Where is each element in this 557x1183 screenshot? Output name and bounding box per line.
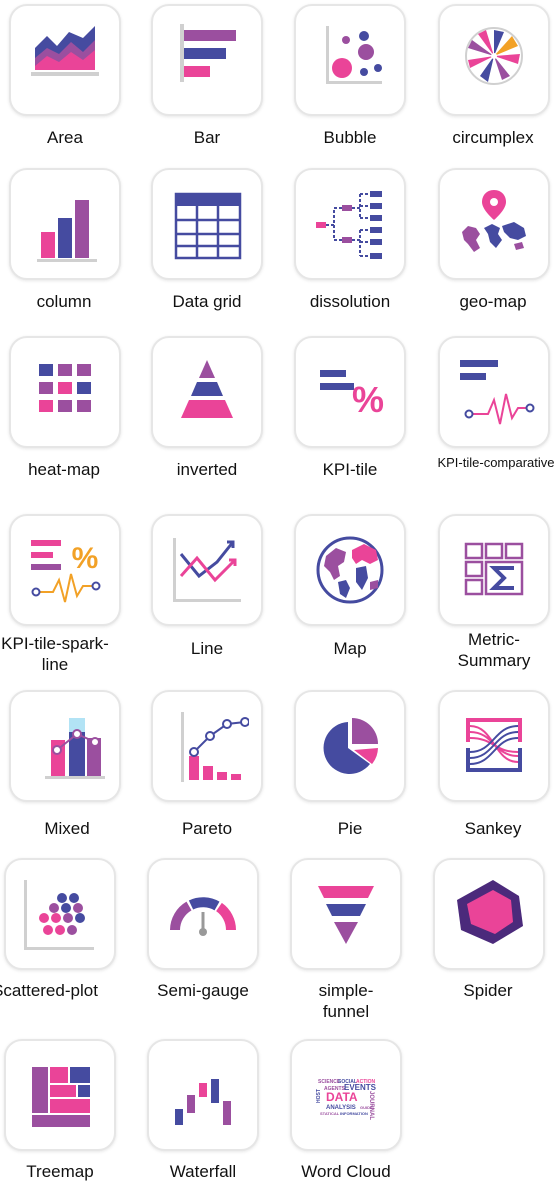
heat-map-icon [39, 364, 91, 412]
word-cloud-word: DATA [326, 1090, 358, 1104]
chart-type-label: Map [333, 639, 367, 658]
chart-type-tile-mixed[interactable] [9, 690, 121, 802]
chart-type-label: Bubble [323, 128, 377, 147]
geo-map-icon [462, 190, 526, 252]
word-cloud-word: STATICAL [320, 1111, 340, 1116]
chart-type-tile-word-cloud[interactable]: SCIENCE SOCIAL ACTION AGENTS EVENTS HOST… [290, 1039, 402, 1151]
semi-gauge-icon [170, 897, 237, 936]
chart-type-tile-kpi-tile[interactable]: % [294, 336, 406, 448]
bar-chart-icon [180, 24, 236, 82]
chart-type-label: inverted [176, 460, 238, 479]
chart-type-tile-scattered-plot[interactable] [4, 858, 116, 970]
chart-type-label: dissolution [309, 292, 391, 311]
chart-type-label: Bar [193, 128, 221, 147]
column-chart-icon [37, 200, 97, 262]
chart-type-tile-sankey[interactable] [438, 690, 550, 802]
word-cloud-word: JOURNAL [368, 1091, 374, 1120]
chart-type-label: Line [190, 639, 224, 658]
word-cloud-icon: SCIENCE SOCIAL ACTION AGENTS EVENTS HOST… [316, 1079, 377, 1120]
chart-type-tile-inverted[interactable] [151, 336, 263, 448]
chart-type-tile-area[interactable] [9, 4, 121, 116]
chart-type-tile-heat-map[interactable] [9, 336, 121, 448]
chart-type-tile-simple-funnel[interactable] [290, 858, 402, 970]
pie-chart-icon [323, 718, 378, 774]
chart-type-tile-data-grid[interactable] [151, 168, 263, 280]
chart-type-label: Data grid [172, 292, 242, 311]
chart-type-label: Word Cloud [301, 1162, 391, 1181]
chart-type-label: Waterfall [169, 1162, 237, 1181]
line-chart-icon [173, 538, 241, 602]
svg-text:%: % [352, 379, 384, 420]
spider-chart-icon [457, 880, 523, 944]
pareto-chart-icon [181, 712, 249, 782]
circumplex-chart-icon [465, 27, 523, 85]
chart-type-label: KPI-tile [322, 460, 378, 479]
chart-type-tile-bar[interactable] [151, 4, 263, 116]
waterfall-chart-icon [175, 1079, 231, 1125]
svg-text:%: % [72, 542, 99, 575]
chart-type-label: Mixed [44, 819, 90, 838]
inverted-pyramid-icon [181, 360, 233, 418]
chart-type-label: Area [47, 128, 83, 147]
chart-type-label: KPI-tile-comparative [437, 455, 555, 470]
chart-type-label: KPI-tile-spark-line [1, 634, 109, 674]
chart-type-tile-treemap[interactable] [4, 1039, 116, 1151]
metric-summary-icon [464, 542, 524, 596]
area-chart-icon [31, 26, 99, 76]
chart-type-label: column [36, 292, 92, 311]
chart-type-tile-metric-summary[interactable] [438, 514, 550, 626]
chart-type-tile-kpi-tile-spark-line[interactable]: % [9, 514, 121, 626]
chart-type-tile-geo-map[interactable] [438, 168, 550, 280]
funnel-chart-icon [318, 886, 374, 944]
chart-type-tile-semi-gauge[interactable] [147, 858, 259, 970]
chart-type-label: Pie [337, 819, 363, 838]
chart-type-tile-map[interactable] [294, 514, 406, 626]
bubble-chart-icon [326, 26, 382, 84]
chart-type-tile-pie[interactable] [294, 690, 406, 802]
word-cloud-word: HOST [316, 1089, 322, 1103]
chart-type-tile-bubble[interactable] [294, 4, 406, 116]
chart-type-label: simple-funnel [318, 981, 374, 1021]
sankey-chart-icon [466, 718, 522, 772]
chart-type-tile-circumplex[interactable] [438, 4, 550, 116]
chart-type-label: heat-map [28, 460, 100, 479]
chart-type-tile-line[interactable] [151, 514, 263, 626]
chart-type-label: Pareto [181, 819, 233, 838]
chart-type-label: Scattered-plot [0, 981, 98, 1000]
world-map-icon [316, 536, 384, 604]
chart-type-label: Sankey [464, 819, 522, 838]
kpi-tile-icon: % [320, 370, 384, 420]
chart-type-label: Metric-Summary [457, 630, 531, 670]
chart-type-tile-pareto[interactable] [151, 690, 263, 802]
chart-type-tile-kpi-tile-comparative[interactable] [438, 336, 550, 448]
chart-type-label: Spider [463, 981, 513, 1000]
chart-type-tile-dissolution[interactable] [294, 168, 406, 280]
chart-type-label: geo-map [459, 292, 527, 311]
kpi-tile-spark-line-icon: % [31, 540, 101, 603]
chart-type-label: Treemap [26, 1162, 94, 1181]
treemap-icon [32, 1067, 90, 1127]
scatter-plot-icon [24, 880, 94, 950]
chart-type-label: circumplex [452, 128, 534, 147]
word-cloud-word: INFORMATION [340, 1111, 368, 1116]
chart-type-tile-column[interactable] [9, 168, 121, 280]
kpi-tile-comparative-icon [460, 360, 535, 425]
mixed-chart-icon [45, 718, 105, 779]
dissolution-tree-icon [316, 191, 382, 259]
chart-type-tile-spider[interactable] [433, 858, 545, 970]
chart-type-tile-waterfall[interactable] [147, 1039, 259, 1151]
data-grid-icon [174, 192, 242, 260]
chart-type-label: Semi-gauge [157, 981, 249, 1000]
